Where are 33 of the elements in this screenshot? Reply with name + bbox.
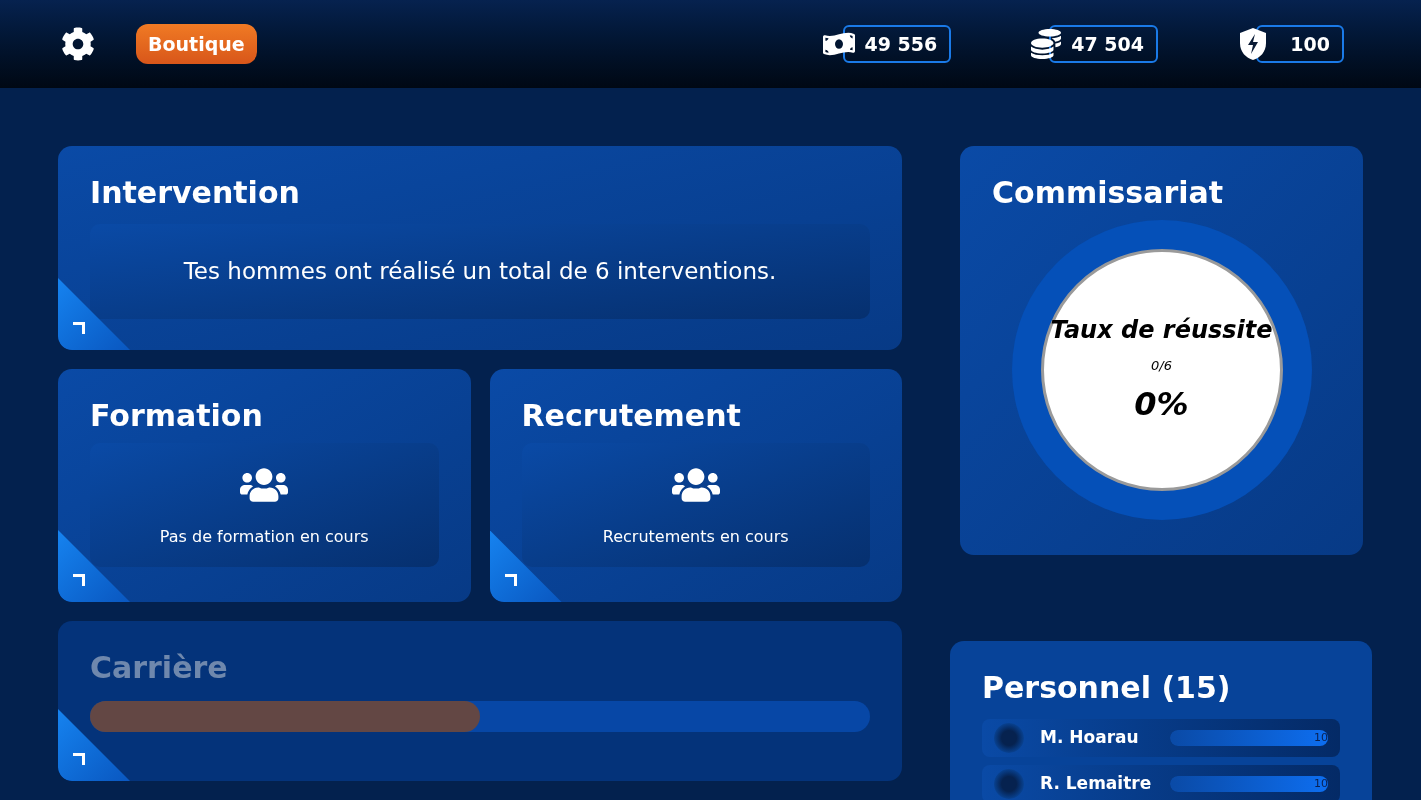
coins-icon (1031, 29, 1062, 59)
gauge-title: Taux de réussite (1050, 315, 1273, 347)
gauge-ratio: 0/6 (1151, 357, 1172, 376)
currency-counter: 47 504 (1049, 25, 1158, 63)
card-title: Personnel (15) (982, 673, 1232, 703)
card[interactable]: Commissariat Taux de réussite 0/6 0% (960, 146, 1363, 555)
shield-bolt-icon (1238, 27, 1268, 61)
avatar-icon (994, 723, 1024, 753)
card-title: Commissariat (992, 178, 1225, 208)
corner-icon (73, 322, 85, 334)
avatar-icon (994, 769, 1024, 799)
status-text: Pas de formation en cours (159, 526, 369, 548)
staff-name: R. Lemaitre (1040, 772, 1153, 796)
corner-icon (73, 574, 85, 586)
gauge-percent: 0% (1134, 383, 1189, 425)
skill-value: 10 (1314, 730, 1328, 746)
card-title: Formation (90, 401, 264, 431)
card[interactable]: Recrutement Recrutements en cours (489, 369, 902, 602)
message-text: Tes hommes ont réalisé un total de 6 interventions. (183, 257, 777, 287)
card-title: Intervention (90, 178, 301, 208)
corner-icon (73, 753, 85, 765)
card-title: Recrutement (521, 401, 742, 431)
corner-icon (504, 574, 517, 586)
card[interactable]: Formation Pas de formation en cours (58, 369, 471, 602)
skill-value: 10 (1314, 776, 1328, 792)
staff-name: M. Hoarau (1040, 726, 1140, 750)
settings-icon[interactable] (61, 27, 95, 61)
currency-counter: 49 556 (842, 25, 952, 63)
staff-row[interactable]: M. Hoarau 10 (982, 719, 1340, 757)
status-text: Recrutements en cours (602, 526, 789, 548)
staff-row[interactable]: R. Lemaitre 10 (982, 765, 1340, 800)
card-title: Carrière (90, 653, 229, 683)
card[interactable]: Intervention Tes hommes ont réalisé un total de 6 interventions. (58, 146, 902, 350)
